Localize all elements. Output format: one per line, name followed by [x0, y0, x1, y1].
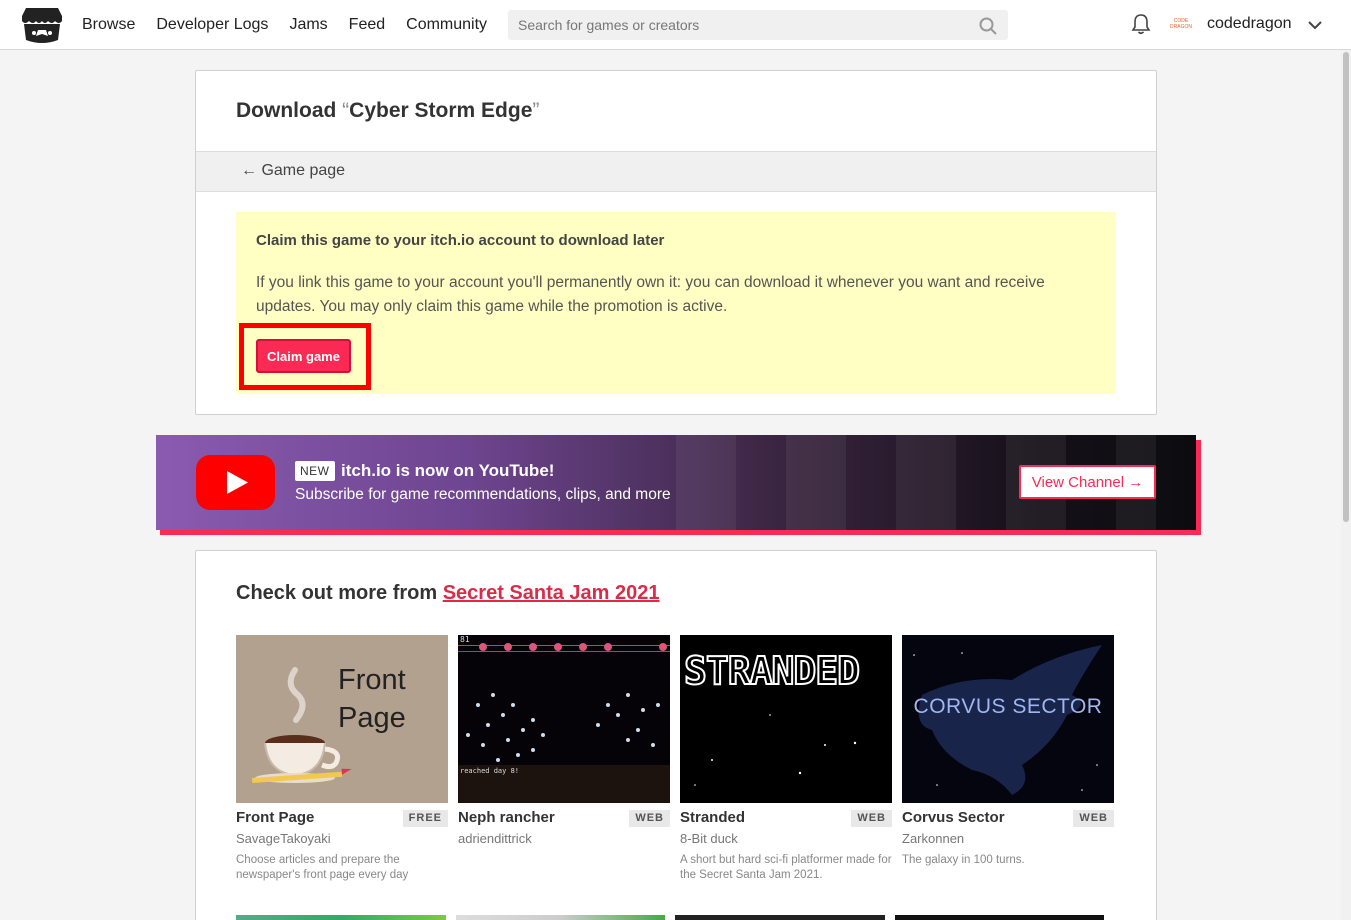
game-author[interactable]: SavageTakoyaki: [236, 831, 331, 846]
game-description: Choose articles and prepare the newspape…: [236, 854, 409, 881]
claim-box: Claim this game to your itch.io account …: [236, 212, 1116, 394]
raven-silhouette-icon: [913, 645, 1102, 795]
game-title[interactable]: Front Page: [236, 809, 314, 826]
game-description: A short but hard sci-fi platformer made …: [680, 854, 892, 881]
game-thumbnail[interactable]: Front Page: [236, 635, 448, 803]
game-cell[interactable]: STRANDED Stranded WEB 8-Bit duck A short…: [680, 635, 892, 881]
next-row-peek: [236, 915, 1114, 920]
banner-title: itch.io is now on YouTube!: [341, 461, 555, 480]
youtube-play-icon: [196, 455, 275, 510]
platform-badge: WEB: [851, 810, 892, 827]
peek-thumb: [236, 915, 446, 920]
game-title[interactable]: Neph rancher: [458, 809, 555, 826]
game-description: The galaxy in 100 turns.: [902, 854, 1025, 866]
price-badge: FREE: [402, 810, 448, 827]
game-name: Cyber Storm Edge: [349, 99, 533, 122]
more-games-section: Check out more from Secret Santa Jam 202…: [195, 550, 1157, 920]
new-badge: NEW: [295, 461, 335, 481]
game-cell[interactable]: CORVUS SECTOR Corvus Sector WEB Zarkonne…: [902, 635, 1114, 866]
nav-feed[interactable]: Feed: [349, 16, 385, 34]
game-thumbnail[interactable]: STRANDED: [680, 635, 892, 803]
thumb-text-page: Page: [338, 702, 406, 734]
page-title: Download “Cyber Storm Edge”: [236, 99, 539, 123]
youtube-banner[interactable]: NEW itch.io is now on YouTube! Subscribe…: [156, 435, 1196, 530]
thumb-text-front: Front: [338, 664, 406, 696]
username[interactable]: codedragon: [1207, 15, 1292, 33]
pixel-sprites-icon: [458, 643, 670, 803]
nav-developer-logs[interactable]: Developer Logs: [156, 16, 268, 34]
quote-close: ”: [532, 99, 540, 122]
thumb-logo-corvus: CORVUS SECTOR: [913, 695, 1103, 718]
avatar[interactable]: CODE DRAGON: [1168, 12, 1194, 38]
platform-badge: WEB: [1073, 810, 1114, 827]
nav-browse[interactable]: Browse: [82, 16, 135, 34]
starfield-icon: [694, 714, 857, 786]
itchio-logo-icon[interactable]: [22, 6, 62, 44]
nav-jams[interactable]: Jams: [289, 16, 327, 34]
game-page-link[interactable]: ← Game page: [241, 162, 345, 180]
bell-icon[interactable]: [1130, 13, 1152, 35]
claim-heading: Claim this game to your itch.io account …: [256, 232, 665, 249]
claim-game-button[interactable]: Claim game: [256, 339, 351, 373]
jam-link[interactable]: Secret Santa Jam 2021: [443, 582, 660, 604]
search-icon[interactable]: [979, 17, 997, 35]
game-author[interactable]: 8-Bit duck: [680, 831, 738, 846]
page-scrollbar[interactable]: [1341, 50, 1351, 920]
peek-thumb: [675, 915, 885, 920]
game-title[interactable]: Stranded: [680, 809, 745, 826]
game-thumbnail[interactable]: CORVUS SECTOR: [902, 635, 1114, 803]
game-author[interactable]: Zarkonnen: [902, 831, 964, 846]
view-channel-button[interactable]: View Channel →: [1019, 465, 1156, 499]
chevron-down-icon[interactable]: [1307, 17, 1323, 33]
nav-community[interactable]: Community: [406, 16, 487, 34]
game-author[interactable]: adriendittrick: [458, 831, 532, 846]
thumb-status: reached day 8!: [460, 767, 520, 775]
highlight-frame: Claim game: [239, 323, 371, 390]
platform-badge: WEB: [629, 810, 670, 827]
claim-text: If you link this game to your account yo…: [256, 274, 1045, 315]
game-thumbnail[interactable]: 81 reached day 8!: [458, 635, 670, 803]
section-title-prefix: Check out more from: [236, 582, 443, 604]
download-card: Download “Cyber Storm Edge” ← Game page …: [195, 70, 1157, 415]
peek-thumb: [455, 915, 665, 920]
peek-thumb: [894, 915, 1104, 920]
back-bar: ← Game page: [196, 151, 1156, 192]
scrollbar-thumb[interactable]: [1343, 52, 1349, 522]
top-header: Browse Developer Logs Jams Feed Communit…: [0, 0, 1351, 50]
search-input[interactable]: [509, 11, 969, 39]
main-nav: Browse Developer Logs Jams Feed Communit…: [82, 0, 508, 50]
game-grid: Front Page Front Page FREE SavageTakoyak…: [236, 635, 1124, 881]
banner-subtitle: Subscribe for game recommendations, clip…: [295, 486, 671, 503]
section-title: Check out more from Secret Santa Jam 202…: [236, 582, 660, 605]
game-cell[interactable]: Front Page Front Page FREE SavageTakoyak…: [236, 635, 448, 881]
title-prefix: Download: [236, 99, 343, 122]
game-title[interactable]: Corvus Sector: [902, 809, 1005, 826]
game-cell[interactable]: 81 reached day 8! Neph rancher WEB adrie…: [458, 635, 670, 846]
search-bar: [508, 10, 1008, 40]
